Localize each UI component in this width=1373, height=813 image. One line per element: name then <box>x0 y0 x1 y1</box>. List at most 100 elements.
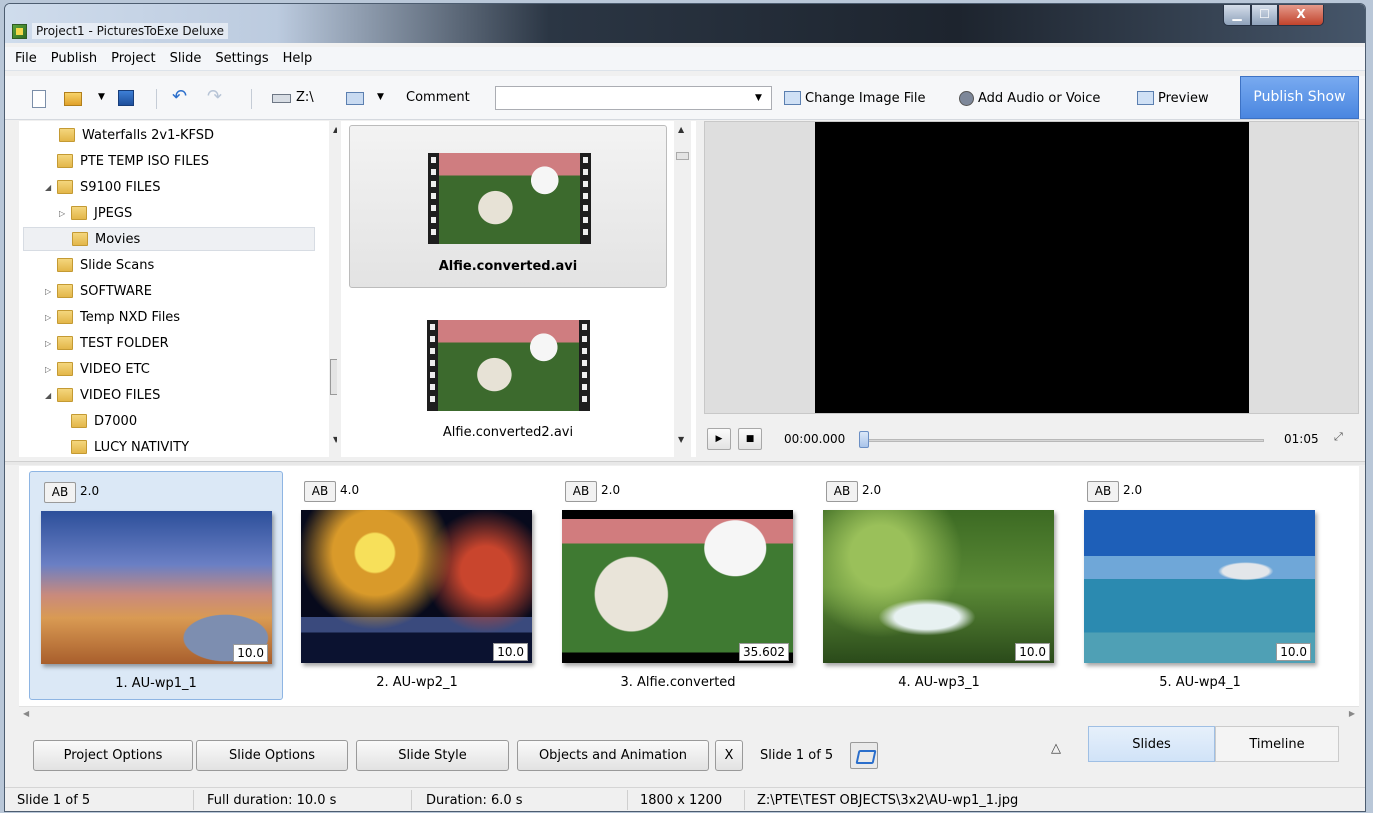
preview-button[interactable]: Preview <box>1137 85 1209 111</box>
slide-thumbnail[interactable]: 10.0 <box>1084 510 1315 663</box>
slide-item[interactable]: AB 4.0 10.0 2. AU-wp2_1 <box>290 471 544 700</box>
slide-style-button[interactable]: Slide Style <box>356 740 509 771</box>
slide-item[interactable]: AB 2.0 35.602 3. Alfie.converted <box>551 471 805 700</box>
slide-thumbnail[interactable]: 10.0 <box>823 510 1054 663</box>
play-icon <box>1137 91 1154 105</box>
seek-thumb[interactable] <box>859 431 869 448</box>
tree-expander-icon[interactable]: ▷ <box>45 339 57 348</box>
scroll-thumb[interactable] <box>676 152 689 160</box>
tree-expander-icon[interactable]: ▷ <box>59 209 71 218</box>
fullscreen-icon[interactable]: ⤢ <box>1334 430 1343 444</box>
play-button[interactable]: ▶ <box>707 428 731 450</box>
seek-track[interactable] <box>867 439 1264 442</box>
tree-scrollbar[interactable]: ▲ ▼ <box>329 121 337 457</box>
panel-splitter[interactable] <box>5 461 1365 465</box>
folder-icon <box>57 362 73 376</box>
slide-item-selected[interactable]: AB 2.0 10.0 1. AU-wp1_1 <box>29 471 283 700</box>
minimize-button[interactable]: ▁ <box>1223 5 1251 26</box>
drive-icon[interactable] <box>272 94 291 103</box>
comment-dropdown-icon[interactable]: ▼ <box>755 93 762 103</box>
scroll-up-icon[interactable]: ▲ <box>678 125 684 134</box>
current-time: 00:00.000 <box>784 432 846 446</box>
status-separator <box>193 790 194 810</box>
tree-item[interactable]: LUCY NATIVITY <box>71 435 189 457</box>
tree-expander-icon[interactable]: ◢ <box>45 391 57 400</box>
scroll-left-icon[interactable]: ◀ <box>23 709 29 718</box>
folder-icon <box>57 310 73 324</box>
preview-screen[interactable] <box>815 122 1249 413</box>
comment-input[interactable] <box>495 86 772 110</box>
slide-view-icon[interactable] <box>850 742 878 769</box>
add-audio-button[interactable]: Add Audio or Voice <box>959 85 1100 111</box>
stop-button[interactable]: ■ <box>738 428 762 450</box>
view-dropdown-icon[interactable]: ▼ <box>377 92 384 102</box>
slide-item[interactable]: AB 2.0 10.0 5. AU-wp4_1 <box>1073 471 1327 700</box>
slide-options-button[interactable]: Slide Options <box>196 740 348 771</box>
status-slide: Slide 1 of 5 <box>17 793 91 808</box>
tree-expander-icon[interactable]: ▷ <box>45 287 57 296</box>
status-separator <box>744 790 745 810</box>
menu-slide[interactable]: Slide <box>164 47 210 70</box>
tree-item[interactable]: ◢ VIDEO FILES <box>45 383 160 407</box>
scroll-up-icon[interactable]: ▲ <box>333 125 337 134</box>
open-folder-icon[interactable] <box>64 92 82 106</box>
tree-item[interactable]: ◢ S9100 FILES <box>45 175 161 199</box>
project-options-button[interactable]: Project Options <box>33 740 193 771</box>
tree-item[interactable]: Waterfalls 2v1-KFSD <box>59 123 214 147</box>
slide-name: 4. AU-wp3_1 <box>898 675 980 690</box>
tree-expander-icon[interactable]: ▷ <box>45 365 57 374</box>
slide-thumbnail[interactable]: 35.602 <box>562 510 793 663</box>
tree-item-selected[interactable]: Movies <box>23 227 315 251</box>
tree-expander-icon[interactable]: ▷ <box>45 313 57 322</box>
change-image-file-button[interactable]: Change Image File <box>784 85 926 111</box>
menu-help[interactable]: Help <box>277 47 321 70</box>
maximize-button[interactable]: ☐ <box>1251 5 1278 26</box>
menu-publish[interactable]: Publish <box>45 47 105 70</box>
transition-button[interactable]: AB <box>44 482 76 503</box>
tree-item[interactable]: ▷ SOFTWARE <box>45 279 152 303</box>
new-file-icon[interactable] <box>32 90 46 108</box>
objects-and-animation-button[interactable]: Objects and Animation <box>517 740 709 771</box>
slide-list-scrollbar[interactable]: ◀ ▶ <box>19 706 1359 723</box>
file-list-scrollbar[interactable]: ▲ ▼ <box>674 121 691 457</box>
slide-item[interactable]: AB 2.0 10.0 4. AU-wp3_1 <box>812 471 1066 700</box>
status-resolution: 1800 x 1200 <box>640 793 723 808</box>
tree-item[interactable]: ▷ JPEGS <box>59 201 132 225</box>
tab-timeline[interactable]: Timeline <box>1215 726 1339 762</box>
tree-item[interactable]: ▷ VIDEO ETC <box>45 357 150 381</box>
save-icon[interactable] <box>118 90 134 106</box>
tree-item[interactable]: ▷ Temp NXD Files <box>45 305 180 329</box>
speaker-icon <box>959 90 974 106</box>
slide-name: 2. AU-wp2_1 <box>376 675 458 690</box>
open-dropdown-icon[interactable]: ▼ <box>98 92 105 102</box>
collapse-icon[interactable]: △ <box>1051 741 1061 756</box>
slide-thumbnail[interactable]: 10.0 <box>41 511 272 664</box>
status-bar: Slide 1 of 5 Full duration: 10.0 s Durat… <box>5 787 1365 811</box>
tree-expander-icon[interactable]: ◢ <box>45 183 57 192</box>
menu-settings[interactable]: Settings <box>209 47 276 70</box>
file-item-selected[interactable]: Alfie.converted.avi <box>349 125 667 288</box>
transition-button[interactable]: AB <box>826 481 858 502</box>
tree-item[interactable]: PTE TEMP ISO FILES <box>45 149 209 173</box>
close-x-button[interactable]: X <box>715 740 743 771</box>
close-button[interactable]: X <box>1278 5 1324 26</box>
transition-button[interactable]: AB <box>1087 481 1119 502</box>
tab-slides[interactable]: Slides <box>1088 726 1215 762</box>
tree-item[interactable]: ▷ TEST FOLDER <box>45 331 169 355</box>
scroll-down-icon[interactable]: ▼ <box>333 435 337 444</box>
scroll-right-icon[interactable]: ▶ <box>1349 709 1355 718</box>
scroll-thumb[interactable] <box>330 359 337 395</box>
menu-file[interactable]: File <box>9 47 45 70</box>
publish-show-button[interactable]: Publish Show <box>1240 76 1359 119</box>
tree-item[interactable]: D7000 <box>71 409 137 433</box>
drive-label[interactable]: Z:\ <box>296 90 314 105</box>
transition-button[interactable]: AB <box>565 481 597 502</box>
file-item[interactable]: Alfie.converted2.avi <box>349 293 667 456</box>
undo-icon[interactable]: ↶ <box>172 86 190 107</box>
image-view-icon[interactable] <box>346 92 364 105</box>
transition-button[interactable]: AB <box>304 481 336 502</box>
scroll-down-icon[interactable]: ▼ <box>678 435 684 444</box>
tree-item[interactable]: Slide Scans <box>57 253 154 277</box>
menu-project[interactable]: Project <box>105 47 163 70</box>
slide-thumbnail[interactable]: 10.0 <box>301 510 532 663</box>
